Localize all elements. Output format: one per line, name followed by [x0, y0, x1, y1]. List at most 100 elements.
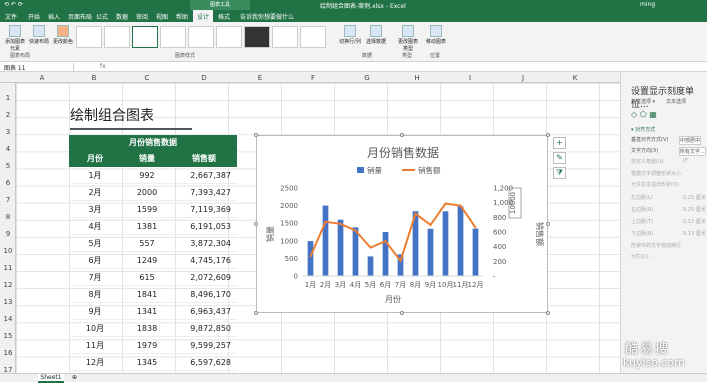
header-revenue[interactable]: 销售额 — [173, 151, 235, 167]
row-header[interactable]: 5 — [0, 162, 16, 170]
header-volume[interactable]: 销量 — [121, 151, 173, 167]
column-header[interactable]: H — [397, 74, 437, 82]
pane-checkbox[interactable]: 允许文本溢出形状(O) — [631, 181, 679, 188]
column-header[interactable]: F — [293, 74, 333, 82]
cell-volume[interactable]: 1838 — [121, 320, 173, 337]
change-colors-button[interactable]: 更改颜色 — [52, 25, 74, 47]
pane-checkbox[interactable]: 根据文字调整形状大小 — [631, 170, 681, 177]
column-header[interactable]: C — [127, 74, 167, 82]
chart-style-2[interactable] — [104, 26, 130, 48]
cell-month[interactable]: 8月 — [69, 286, 121, 303]
cell-month[interactable]: 11月 — [69, 337, 121, 354]
pane-checkbox[interactable]: 形状中的文字自动换行 — [631, 242, 681, 249]
cell-month[interactable]: 9月 — [69, 303, 121, 320]
pane-value[interactable]: 0.13 厘米 — [683, 218, 706, 225]
cell-revenue[interactable]: 6,963,437 — [173, 303, 235, 320]
header-month[interactable]: 月份 — [69, 151, 121, 167]
tab-view[interactable]: 视图 — [156, 12, 168, 21]
cell-month[interactable]: 12月 — [69, 354, 121, 371]
name-box[interactable]: 图表 11 — [4, 63, 74, 72]
chart-style-5[interactable] — [188, 26, 214, 48]
cell-volume[interactable]: 2000 — [121, 184, 173, 201]
chart-styles-button[interactable]: ✎ — [553, 152, 566, 164]
resize-handle[interactable] — [254, 222, 258, 226]
cell-revenue[interactable]: 6,191,053 — [173, 218, 235, 235]
pane-section[interactable]: ▾ 对齐方式 — [631, 126, 655, 133]
move-chart-button[interactable]: 移动图表 — [424, 25, 448, 47]
column-header[interactable]: E — [240, 74, 280, 82]
row-header[interactable]: 14 — [0, 315, 16, 323]
pane-select[interactable]: 中部居中 — [679, 136, 702, 145]
cell-month[interactable]: 3月 — [69, 201, 121, 218]
fx-icon[interactable]: fx — [100, 63, 106, 70]
cell-revenue[interactable]: 3,872,304 — [173, 235, 235, 252]
column-header[interactable]: D — [184, 74, 224, 82]
tab-help[interactable]: 帮助 — [176, 12, 188, 21]
add-chart-element-button[interactable]: 添加图表元素 — [4, 25, 26, 52]
pane-tab-label-options[interactable]: 标签选项 ▾ — [631, 98, 655, 105]
tab-design[interactable]: 设计 — [193, 10, 214, 22]
column-header[interactable]: J — [503, 74, 543, 82]
column-header[interactable]: B — [74, 74, 114, 82]
row-header[interactable]: 8 — [0, 213, 16, 221]
sheet-title[interactable]: 绘制组合图表 — [70, 105, 192, 130]
columns-button[interactable]: 分栏(C)... — [631, 253, 653, 260]
cell-revenue[interactable]: 9,872,850 — [173, 320, 235, 337]
cell-revenue[interactable]: 6,597,628 — [173, 354, 235, 371]
chart-style-7[interactable] — [244, 26, 270, 48]
chart-style-4[interactable] — [160, 26, 186, 48]
chart-style-3[interactable] — [132, 26, 158, 48]
select-data-button[interactable]: 选择数据 — [364, 25, 388, 47]
resize-handle[interactable] — [254, 311, 258, 315]
cell-month[interactable]: 4月 — [69, 218, 121, 235]
cell-volume[interactable]: 1599 — [121, 201, 173, 218]
row-header[interactable]: 6 — [0, 179, 16, 187]
cell-revenue[interactable]: 4,745,176 — [173, 252, 235, 269]
cell-revenue[interactable]: 2,667,387 — [173, 167, 235, 184]
cell-revenue[interactable]: 7,119,369 — [173, 201, 235, 218]
resize-handle[interactable] — [400, 311, 404, 315]
tell-me-search[interactable]: 告诉我你想要做什么 — [240, 12, 294, 21]
pane-value[interactable]: 0° — [683, 158, 689, 164]
resize-handle[interactable] — [546, 311, 550, 315]
chart-style-8[interactable] — [272, 26, 298, 48]
row-header[interactable]: 10 — [0, 247, 16, 255]
cell-month[interactable]: 7月 — [69, 269, 121, 286]
cell-volume[interactable]: 1381 — [121, 218, 173, 235]
row-header[interactable]: 9 — [0, 230, 16, 238]
chart-style-9[interactable] — [300, 26, 326, 48]
cell-month[interactable]: 5月 — [69, 235, 121, 252]
combo-chart[interactable]: 月份销售数据 销量 销售额 0 500 1000 1500 2000 2500-200 400 60… — [256, 135, 548, 313]
column-header[interactable]: A — [22, 74, 62, 82]
cell-revenue[interactable]: 9,599,257 — [173, 337, 235, 354]
quick-layout-button[interactable]: 快速布局 — [28, 25, 50, 47]
row-header[interactable]: 1 — [0, 94, 16, 102]
pane-icons[interactable]: ◇ ⬠ ▦ — [631, 110, 657, 119]
row-header[interactable]: 16 — [0, 349, 16, 357]
cell-volume[interactable]: 992 — [121, 167, 173, 184]
table-title[interactable]: 月份销售数据 — [69, 135, 237, 151]
pane-value[interactable]: 0.13 厘米 — [683, 230, 706, 237]
tab-format[interactable]: 格式 — [218, 12, 230, 21]
tab-data[interactable]: 数据 — [116, 12, 128, 21]
switch-row-column-button[interactable]: 切换行/列 — [338, 25, 362, 47]
column-header[interactable]: K — [555, 74, 595, 82]
row-header[interactable]: 7 — [0, 196, 16, 204]
quick-access-toolbar[interactable]: ⟲ ↶ ⟳ — [4, 1, 23, 8]
row-header[interactable]: 13 — [0, 298, 16, 306]
resize-handle[interactable] — [546, 222, 550, 226]
pane-value[interactable]: 0.25 厘米 — [683, 194, 706, 201]
cell-volume[interactable]: 557 — [121, 235, 173, 252]
cell-volume[interactable]: 1341 — [121, 303, 173, 320]
row-header[interactable]: 2 — [0, 111, 16, 119]
row-header[interactable]: 11 — [0, 264, 16, 272]
cell-revenue[interactable]: 8,496,170 — [173, 286, 235, 303]
chart-style-6[interactable] — [216, 26, 242, 48]
user-name[interactable]: ming — [640, 1, 655, 8]
tab-home[interactable]: 开始 — [28, 12, 40, 21]
row-header[interactable]: 15 — [0, 332, 16, 340]
cell-volume[interactable]: 1345 — [121, 354, 173, 371]
add-sheet-button[interactable]: ⊕ — [72, 374, 77, 381]
resize-handle[interactable] — [400, 133, 404, 137]
resize-handle[interactable] — [254, 133, 258, 137]
